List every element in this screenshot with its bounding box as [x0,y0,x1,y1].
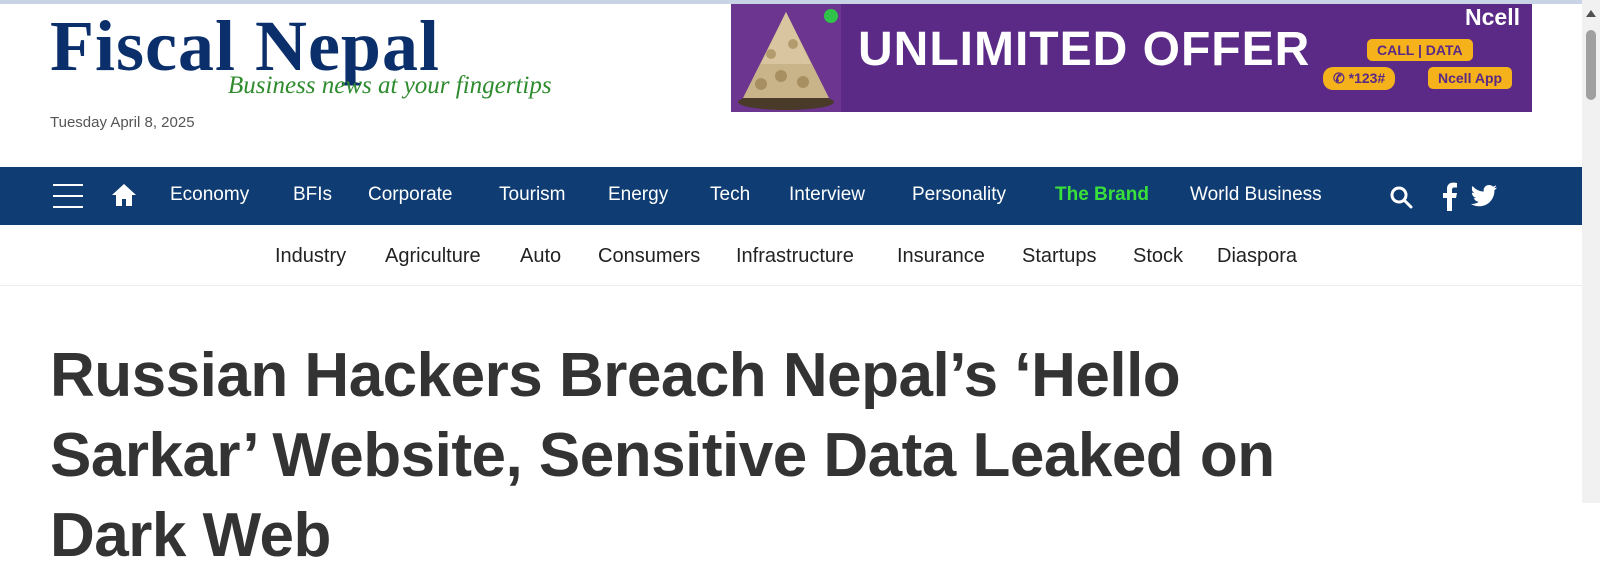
ad-title: UNLIMITED OFFER [858,23,1311,76]
nav-item-interview[interactable]: Interview [789,184,865,206]
nav-item-energy[interactable]: Energy [608,184,668,206]
ad-chip-call-data: CALL | DATA [1367,39,1473,61]
facebook-icon[interactable] [1440,181,1458,211]
nav-item-tourism[interactable]: Tourism [499,184,566,206]
nav-item-world-business[interactable]: World Business [1190,184,1322,206]
sweets-pile-image [731,4,841,112]
home-icon[interactable] [111,183,137,207]
scroll-up-arrow-icon[interactable] [1586,10,1596,17]
sub-nav-infrastructure[interactable]: Infrastructure [736,245,854,268]
sub-nav-insurance[interactable]: Insurance [897,245,985,268]
nav-item-personality[interactable]: Personality [912,184,1006,206]
sub-nav-industry[interactable]: Industry [275,245,346,268]
main-navigation: Economy BFIs Corporate Tourism Energy Te… [0,167,1582,225]
sub-navigation: Industry Agriculture Auto Consumers Infr… [0,225,1582,286]
ad-banner[interactable]: UNLIMITED OFFER Ncell CALL | DATA ✆ *123… [731,4,1532,112]
sub-nav-auto[interactable]: Auto [520,245,561,268]
search-icon[interactable] [1389,185,1413,209]
logo-tagline: Business news at your fingertips [228,72,552,99]
scroll-thumb[interactable] [1586,30,1596,100]
sub-nav-stock[interactable]: Stock [1133,245,1183,268]
sub-nav-consumers[interactable]: Consumers [598,245,700,268]
article-headline: Russian Hackers Breach Nepal’s ‘Hello Sa… [50,341,1275,570]
ad-chip-app: Ncell App [1428,67,1513,89]
nav-item-corporate[interactable]: Corporate [368,184,453,206]
sub-nav-agriculture[interactable]: Agriculture [385,245,481,268]
ad-chip-code: ✆ *123# [1323,67,1396,90]
twitter-icon[interactable] [1470,184,1498,208]
menu-icon[interactable] [53,184,83,208]
page-scrollbar[interactable] [1582,0,1600,503]
nav-item-bfis[interactable]: BFIs [293,184,332,206]
current-date: Tuesday April 8, 2025 [50,114,195,131]
sub-nav-startups[interactable]: Startups [1022,245,1096,268]
nav-item-economy[interactable]: Economy [170,184,249,206]
site-logo[interactable]: Fiscal Nepal Business news at your finge… [50,10,552,105]
ad-brand: Ncell [1465,4,1520,30]
nav-item-tech[interactable]: Tech [710,184,750,206]
sub-nav-diaspora[interactable]: Diaspora [1217,245,1297,268]
nav-item-the-brand[interactable]: The Brand [1055,184,1149,206]
